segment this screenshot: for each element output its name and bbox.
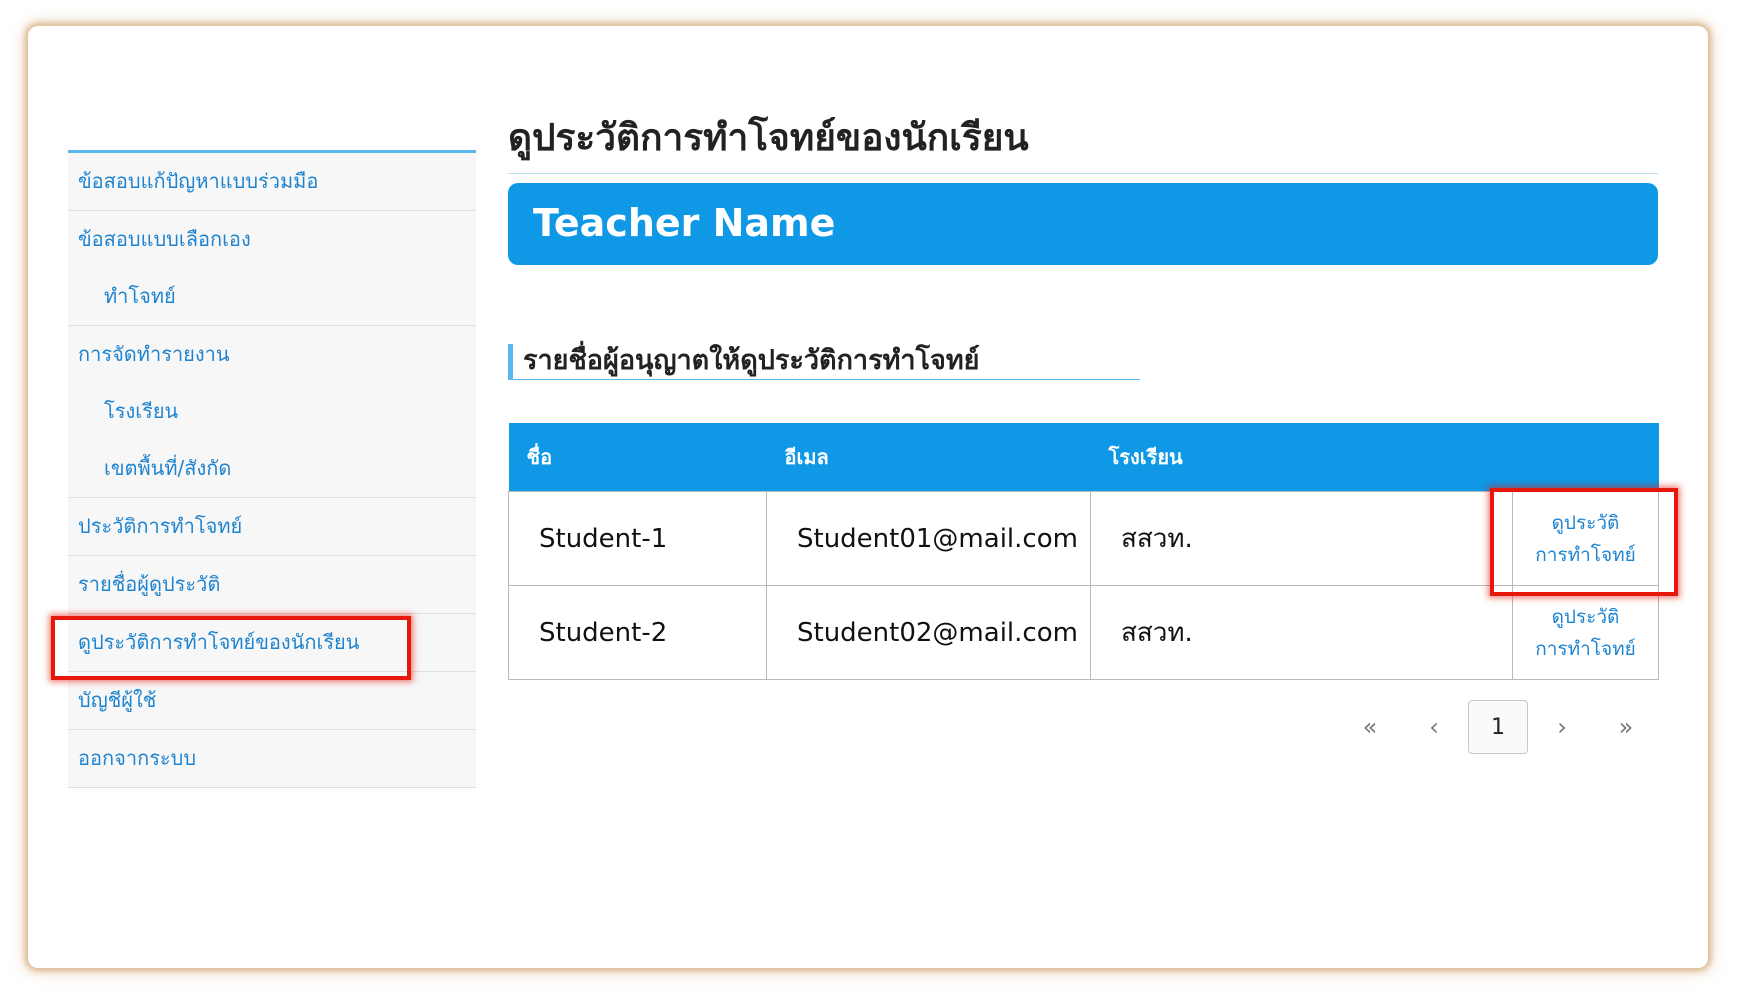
teacher-name: Teacher Name — [533, 201, 836, 245]
page-title: ดูประวัติการทำโจทย์ของนักเรียน — [508, 108, 1658, 174]
cell-school: สสวท. — [1090, 491, 1513, 586]
sidebar-item-reports[interactable]: การจัดทำรายงาน — [68, 326, 476, 383]
cell-name: Student-2 — [508, 585, 767, 680]
page-next-button[interactable]: › — [1532, 700, 1592, 754]
students-table: ชื่อ อีเมล โรงเรียน Student-1 Student01@… — [508, 423, 1659, 680]
view-history-line2[interactable]: การทำโจทย์ — [1513, 633, 1658, 665]
sidebar-menu: ข้อสอบแก้ปัญหาแบบร่วมมือ ข้อสอบแบบเลือกเ… — [68, 150, 476, 788]
sidebar-item-logout[interactable]: ออกจากระบบ — [68, 730, 476, 788]
sidebar-item-collab-exam[interactable]: ข้อสอบแก้ปัญหาแบบร่วมมือ — [68, 153, 476, 211]
page-last-button[interactable]: » — [1596, 700, 1656, 754]
sidebar-highlight-box — [51, 616, 411, 680]
teacher-banner: Teacher Name — [508, 183, 1658, 265]
page-first-button[interactable]: « — [1340, 700, 1400, 754]
section-title: รายชื่อผู้อนุญาตให้ดูประวัติการทำโจทย์ — [508, 344, 1140, 380]
view-history-line1[interactable]: ดูประวัติ — [1513, 601, 1658, 633]
table-row: Student-1 Student01@mail.com สสวท. ดูประ… — [508, 491, 1659, 586]
sidebar-item-viewer-list[interactable]: รายชื่อผู้ดูประวัติ — [68, 556, 476, 614]
sidebar-item-district[interactable]: เขตพื้นที่/สังกัด — [68, 440, 476, 498]
cell-school: สสวท. — [1090, 585, 1513, 680]
view-history-link[interactable]: ดูประวัติ การทำโจทย์ — [1512, 585, 1659, 680]
sidebar-item-do-problems[interactable]: ทำโจทย์ — [68, 268, 476, 326]
school-text: สสวท. — [1121, 618, 1193, 648]
table-row: Student-2 Student02@mail.com สสวท. ดูประ… — [508, 585, 1659, 680]
table-header-row: ชื่อ อีเมล โรงเรียน — [508, 423, 1659, 492]
cell-name: Student-1 — [508, 491, 767, 586]
cell-email: Student02@mail.com — [766, 585, 1091, 680]
page-current-button[interactable]: 1 — [1468, 700, 1528, 754]
column-header-school: โรงเรียน — [1090, 423, 1513, 492]
page-prev-button[interactable]: ‹ — [1404, 700, 1464, 754]
sidebar-item-school[interactable]: โรงเรียน — [68, 383, 476, 440]
column-header-name: ชื่อ — [508, 423, 767, 492]
school-text: สสวท. — [1121, 524, 1193, 554]
column-header-action — [1512, 423, 1659, 492]
sidebar-item-self-select-exam[interactable]: ข้อสอบแบบเลือกเอง — [68, 211, 476, 268]
sidebar-item-history[interactable]: ประวัติการทำโจทย์ — [68, 498, 476, 556]
action-highlight-box — [1490, 488, 1678, 596]
cell-email: Student01@mail.com — [766, 491, 1091, 586]
column-header-email: อีเมล — [766, 423, 1091, 492]
sidebar-item-account[interactable]: บัญชีผู้ใช้ — [68, 672, 476, 730]
